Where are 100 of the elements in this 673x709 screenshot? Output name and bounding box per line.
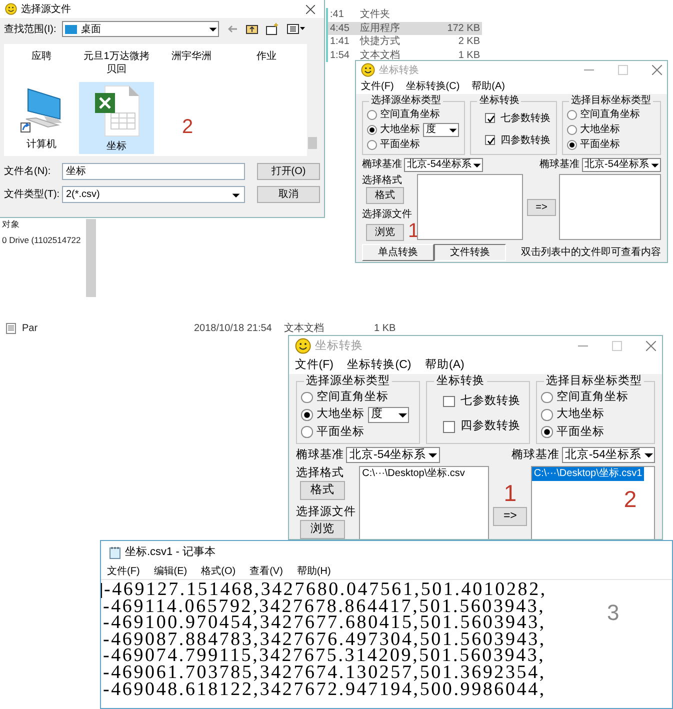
- menu-item[interactable]: 帮助(A): [472, 80, 506, 93]
- open-button[interactable]: 打开(O): [257, 163, 320, 180]
- radio-button[interactable]: [566, 140, 577, 150]
- close-icon[interactable]: [646, 341, 656, 352]
- option-label[interactable]: 空间直角坐标: [556, 390, 628, 405]
- mode-tab[interactable]: 文件转换: [434, 244, 506, 261]
- option-label[interactable]: 平面坐标: [580, 138, 620, 151]
- option-label[interactable]: 平面坐标: [556, 424, 604, 440]
- text-line: -469048.618122,3427672.947194,500.9986044,: [102, 682, 546, 698]
- folder-label[interactable]: 元旦1万达微拷贝回: [79, 44, 154, 82]
- radio-button[interactable]: [301, 392, 313, 404]
- option-label[interactable]: 大地坐标: [580, 123, 620, 136]
- ellipsoid-dropdown[interactable]: 北京-54坐标系: [582, 158, 661, 172]
- menu-item[interactable]: 帮助(H): [296, 564, 331, 578]
- file-item[interactable]: 计算机: [4, 82, 79, 154]
- option-label[interactable]: 大地坐标: [556, 407, 604, 422]
- menu-item[interactable]: 帮助(A): [425, 358, 464, 373]
- view-menu-icon[interactable]: [287, 24, 305, 34]
- menu-item[interactable]: 文件(F): [294, 358, 334, 373]
- unit-dropdown[interactable]: 度: [368, 406, 410, 423]
- menu-item[interactable]: 查看(V): [250, 564, 283, 578]
- option-label[interactable]: 四参数转换: [500, 134, 550, 146]
- radio-button[interactable]: [367, 110, 377, 120]
- radio-button[interactable]: [367, 140, 377, 150]
- scrollbar[interactable]: [86, 219, 96, 297]
- menu-item[interactable]: 坐标转换(C): [347, 358, 412, 373]
- browse-button[interactable]: 浏览: [300, 520, 345, 539]
- radio-button[interactable]: [566, 124, 577, 134]
- menu-item[interactable]: 格式(O): [201, 564, 236, 578]
- file-list[interactable]: [417, 174, 524, 240]
- option-label[interactable]: 七参数转换: [500, 112, 550, 124]
- file-item[interactable]: 坐标: [79, 82, 154, 154]
- ellipsoid-dropdown[interactable]: 北京-54坐标系: [346, 446, 440, 464]
- option-label[interactable]: 大地坐标: [316, 407, 364, 422]
- menu-item[interactable]: 编辑(E): [154, 564, 188, 578]
- ellipsoid-dropdown[interactable]: 北京-54坐标系: [562, 446, 656, 464]
- radio-button[interactable]: [301, 409, 313, 420]
- checkbox[interactable]: [485, 135, 496, 145]
- location-dropdown[interactable]: 桌面: [62, 21, 219, 37]
- radio-button[interactable]: [541, 426, 553, 438]
- checkbox[interactable]: [443, 421, 455, 433]
- file-list[interactable]: C:\···\Desktop\坐标.csv: [359, 466, 490, 539]
- mode-tab[interactable]: 单点转换: [362, 244, 434, 261]
- option-label[interactable]: 七参数转换: [460, 394, 520, 409]
- folder-label[interactable]: 作业: [229, 44, 304, 82]
- file-row[interactable]: 1:54 文本文档 1 KB: [328, 48, 482, 62]
- close-icon[interactable]: [306, 4, 315, 14]
- field-label: 查找范围(I):: [4, 22, 58, 36]
- convert-button[interactable]: =>: [493, 506, 528, 526]
- option-label[interactable]: 平面坐标: [316, 424, 364, 440]
- group-title: 选择源坐标类型: [370, 95, 442, 107]
- option-label[interactable]: 四参数转换: [460, 419, 520, 434]
- file-list-item[interactable]: C:\···\Desktop\坐标.csv1: [532, 466, 644, 481]
- format-button[interactable]: 格式: [366, 187, 404, 204]
- file-list[interactable]: [559, 174, 661, 240]
- cancel-button[interactable]: 取消: [257, 186, 320, 203]
- file-row[interactable]: Par 2018/10/18 21:54 文本文档 1 KB: [6, 322, 396, 335]
- close-icon[interactable]: [652, 65, 662, 75]
- radio-button[interactable]: [541, 409, 553, 420]
- new-folder-icon[interactable]: [266, 23, 279, 35]
- smiley-icon: [5, 3, 17, 15]
- checkbox[interactable]: [443, 396, 455, 408]
- annotation-number: 2: [182, 117, 194, 137]
- convert-button[interactable]: =>: [526, 199, 556, 216]
- folder-label[interactable]: 洲宇华洲: [154, 44, 229, 82]
- radio-button[interactable]: [301, 426, 313, 438]
- option-label[interactable]: 平面坐标: [380, 138, 420, 151]
- option-label[interactable]: 大地坐标: [380, 123, 420, 136]
- file-name-field[interactable]: 坐标: [62, 163, 245, 180]
- file-row[interactable]: 1:41 快捷方式 2 KB: [328, 35, 482, 48]
- unit-dropdown[interactable]: 度: [423, 122, 459, 136]
- radio-button[interactable]: [367, 124, 377, 134]
- file-type-dropdown[interactable]: 2(*.csv): [62, 186, 245, 203]
- option-label[interactable]: 空间直角坐标: [580, 108, 640, 121]
- file-list-item[interactable]: C:\···\Desktop\坐标.csv: [360, 466, 467, 481]
- menu-item[interactable]: 文件(F): [107, 564, 140, 578]
- nav-item[interactable]: 对象: [2, 219, 20, 235]
- option-label[interactable]: 空间直角坐标: [316, 390, 388, 405]
- radio-button[interactable]: [541, 392, 553, 404]
- ellipsoid-dropdown[interactable]: 北京-54坐标系: [404, 158, 484, 172]
- field-label: 选择格式: [362, 174, 402, 187]
- file-row[interactable]: :41 文件夹: [328, 8, 482, 22]
- format-button[interactable]: 格式: [300, 480, 345, 500]
- field-label: 文件类型(T):: [4, 188, 61, 201]
- folder-up-icon[interactable]: [246, 24, 258, 34]
- checkbox[interactable]: [485, 113, 496, 123]
- browse-button[interactable]: 浏览: [366, 224, 404, 241]
- annotation-number: 2: [624, 488, 638, 511]
- location-text: 桌面: [81, 22, 101, 36]
- menu-item[interactable]: 坐标转换(C): [406, 80, 460, 93]
- window-title: 坐标转换: [314, 338, 363, 354]
- file-row[interactable]: 4:45 应用程序 172 KB: [328, 22, 482, 35]
- radio-button[interactable]: [566, 110, 577, 120]
- option-label[interactable]: 空间直角坐标: [380, 108, 440, 121]
- field-label: 椭球基准: [511, 448, 560, 462]
- back-arrow-icon[interactable]: [227, 24, 238, 34]
- menu-item[interactable]: 文件(F): [361, 80, 394, 93]
- nav-item[interactable]: 0 Drive (1102514722: [2, 235, 81, 251]
- folder-label[interactable]: 应聘: [4, 44, 79, 82]
- file-list[interactable]: C:\···\Desktop\坐标.csv1 2: [530, 466, 656, 539]
